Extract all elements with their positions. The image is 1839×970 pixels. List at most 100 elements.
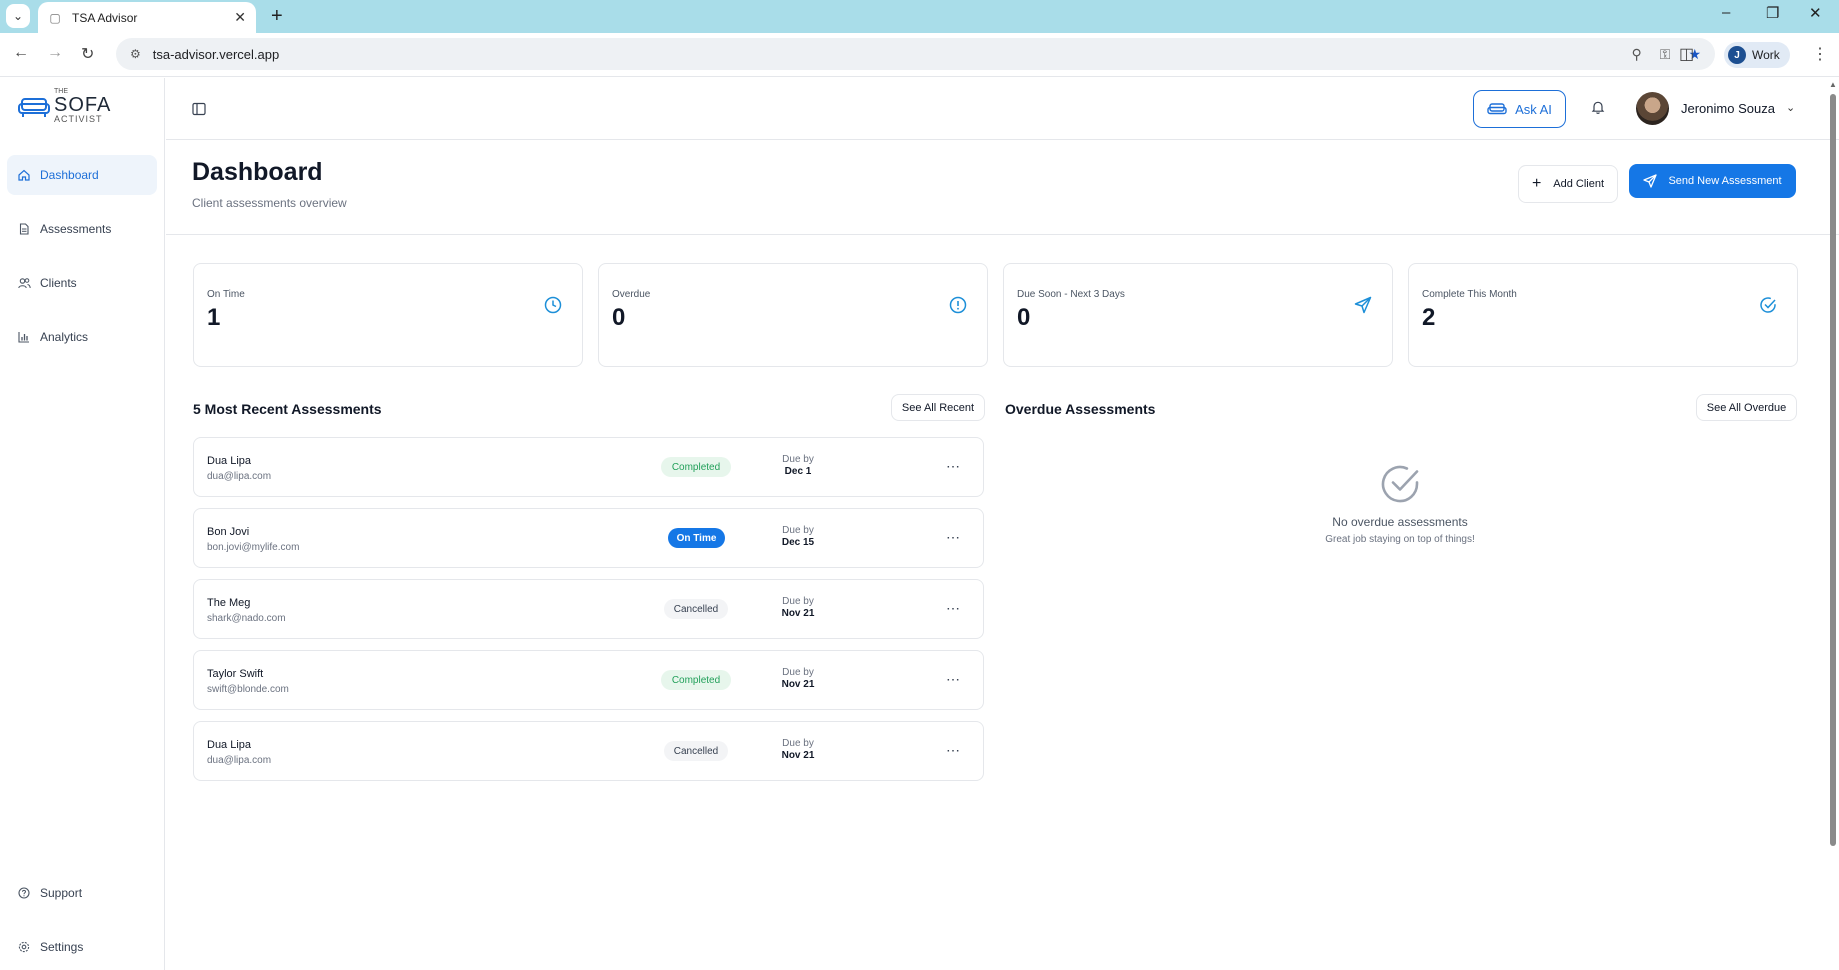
gear-icon xyxy=(17,940,31,954)
overdue-empty-state: No overdue assessments Great job staying… xyxy=(1300,463,1500,545)
sidebar-item-support[interactable]: Support xyxy=(7,873,157,913)
ask-ai-button[interactable]: Ask AI xyxy=(1473,90,1566,128)
stat-card-due-soon[interactable]: Due Soon - Next 3 Days 0 xyxy=(1003,263,1393,367)
forward-icon[interactable]: → xyxy=(47,44,63,62)
browser-menu-icon[interactable]: ⋮ xyxy=(1812,44,1828,64)
more-options-icon[interactable]: ⋯ xyxy=(946,458,961,475)
reload-icon[interactable]: ↻ xyxy=(81,44,94,64)
check-circle-icon xyxy=(1760,297,1776,313)
table-row[interactable]: Dua Lipa dua@lipa.com Completed Due by D… xyxy=(193,437,984,497)
more-options-icon[interactable]: ⋯ xyxy=(946,529,961,546)
sidebar-item-label: Dashboard xyxy=(40,168,99,182)
sidebar-item-settings[interactable]: Settings xyxy=(7,927,157,967)
users-icon xyxy=(17,276,31,290)
back-icon[interactable]: ← xyxy=(13,44,29,62)
more-options-icon[interactable]: ⋯ xyxy=(946,671,961,688)
clock-icon xyxy=(544,296,562,314)
page-title: Dashboard xyxy=(192,158,323,186)
table-row[interactable]: Dua Lipa dua@lipa.com Cancelled Due by N… xyxy=(193,721,984,781)
url-text[interactable]: tsa-advisor.vercel.app xyxy=(153,47,1614,62)
restore-icon[interactable]: ❐ xyxy=(1766,4,1779,22)
sidebar-item-clients[interactable]: Clients xyxy=(7,263,157,303)
sidebar-toggle-icon[interactable] xyxy=(192,102,206,116)
send-new-assessment-label: Send New Assessment xyxy=(1668,175,1782,187)
stat-value: 2 xyxy=(1422,304,1436,331)
profile-avatar: J xyxy=(1728,46,1746,64)
table-row[interactable]: The Meg shark@nado.com Cancelled Due by … xyxy=(193,579,984,639)
user-avatar[interactable] xyxy=(1636,92,1669,125)
due-date: Nov 21 xyxy=(781,750,815,761)
help-circle-icon xyxy=(17,886,31,900)
page-header: Dashboard Client assessments overview + … xyxy=(166,141,1839,235)
add-client-label: Add Client xyxy=(1553,178,1605,190)
app-topbar: Ask AI Jeronimo Souza ⌄ xyxy=(166,78,1839,140)
add-client-button[interactable]: + Add Client xyxy=(1518,165,1618,203)
sidebar-item-label: Clients xyxy=(40,276,77,290)
address-bar[interactable]: ⚙ tsa-advisor.vercel.app ⚲ ⚿ ★ xyxy=(116,38,1715,70)
stat-label: Overdue xyxy=(612,289,651,300)
sidebar-item-label: Analytics xyxy=(40,330,89,344)
more-options-icon[interactable]: ⋯ xyxy=(946,600,961,617)
sidebar-item-label: Assessments xyxy=(40,222,112,236)
due-label: Due by xyxy=(782,454,814,465)
new-tab-button[interactable]: + xyxy=(271,4,283,28)
send-icon xyxy=(1643,174,1658,188)
sidebar-item-label: Settings xyxy=(40,940,84,954)
recent-assessments-title: 5 Most Recent Assessments xyxy=(193,401,382,417)
stat-value: 0 xyxy=(1017,304,1031,331)
page-scrollbar[interactable]: ▲ xyxy=(1826,78,1839,970)
zoom-icon[interactable]: ⚲ xyxy=(1632,46,1642,63)
check-circle-icon xyxy=(1381,465,1419,503)
empty-subtitle: Great job staying on top of things! xyxy=(1325,534,1475,545)
stat-label: Complete This Month xyxy=(1422,289,1517,300)
site-info-icon[interactable]: ⚙ xyxy=(130,47,141,61)
send-new-assessment-button[interactable]: Send New Assessment xyxy=(1629,164,1796,198)
minimize-icon[interactable]: – xyxy=(1722,4,1730,21)
due-date: Dec 15 xyxy=(781,537,815,548)
status-badge: Completed xyxy=(661,670,731,690)
due-date: Nov 21 xyxy=(781,608,815,619)
client-name: The Meg xyxy=(207,597,251,609)
extensions-icon[interactable]: ◫ xyxy=(1679,44,1694,64)
client-email: dua@lipa.com xyxy=(207,755,272,766)
client-name: Bon Jovi xyxy=(207,526,250,538)
client-email: dua@lipa.com xyxy=(207,471,272,482)
client-email: bon.jovi@mylife.com xyxy=(207,542,300,553)
user-name[interactable]: Jeronimo Souza xyxy=(1681,101,1775,116)
alert-circle-icon xyxy=(949,296,967,314)
more-options-icon[interactable]: ⋯ xyxy=(946,742,961,759)
logo-text: THE SOFA ACTIVIST xyxy=(54,88,111,124)
sidebar-item-analytics[interactable]: Analytics xyxy=(7,317,157,357)
close-window-icon[interactable]: ✕ xyxy=(1809,4,1822,22)
scroll-up-icon[interactable]: ▲ xyxy=(1829,80,1837,89)
home-icon xyxy=(17,168,31,182)
stat-card-complete-this-month[interactable]: Complete This Month 2 xyxy=(1408,263,1798,367)
logo[interactable]: THE SOFA ACTIVIST xyxy=(18,88,111,124)
due-label: Due by xyxy=(782,738,814,749)
chevron-down-icon[interactable]: ⌄ xyxy=(1786,101,1795,114)
scrollbar-thumb[interactable] xyxy=(1830,94,1836,846)
client-name: Dua Lipa xyxy=(207,739,252,751)
stat-card-overdue[interactable]: Overdue 0 xyxy=(598,263,988,367)
logo-sofa: SOFA xyxy=(54,94,112,116)
sofa-logo-icon xyxy=(18,98,50,117)
tab-title: TSA Advisor xyxy=(72,10,138,25)
sidebar-item-assessments[interactable]: Assessments xyxy=(7,209,157,249)
browser-tab[interactable]: ▢ TSA Advisor ✕ xyxy=(38,2,256,33)
bell-icon[interactable] xyxy=(1591,100,1605,115)
stat-card-on-time[interactable]: On Time 1 xyxy=(193,263,583,367)
page-subtitle: Client assessments overview xyxy=(192,196,347,210)
tab-search-button[interactable]: ⌄ xyxy=(6,4,30,28)
see-all-overdue-button[interactable]: See All Overdue xyxy=(1696,394,1797,421)
sidebar-item-dashboard[interactable]: Dashboard xyxy=(7,155,157,195)
due-date: Nov 21 xyxy=(781,679,815,690)
due-label: Due by xyxy=(782,667,814,678)
sofa-ai-icon xyxy=(1487,103,1507,115)
profile-chip[interactable]: J Work xyxy=(1724,42,1790,68)
password-key-icon[interactable]: ⚿ xyxy=(1660,46,1671,63)
due-label: Due by xyxy=(782,596,814,607)
table-row[interactable]: Bon Jovi bon.jovi@mylife.com On Time Due… xyxy=(193,508,984,568)
table-row[interactable]: Taylor Swift swift@blonde.com Completed … xyxy=(193,650,984,710)
see-all-recent-button[interactable]: See All Recent xyxy=(891,394,985,421)
close-tab-icon[interactable]: ✕ xyxy=(234,9,246,26)
